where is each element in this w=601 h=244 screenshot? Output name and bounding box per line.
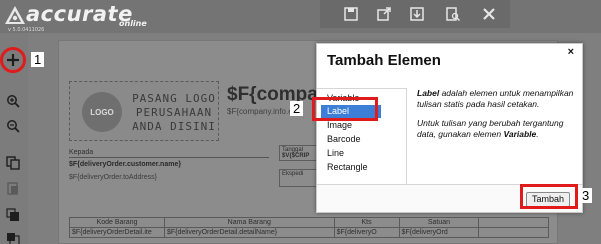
description-paragraph: Label adalah elemen untuk menampilkan tu… — [417, 88, 577, 110]
description-paragraph: Untuk tulisan yang berubah tergantung da… — [417, 118, 577, 140]
list-item-barcode[interactable]: Barcode — [317, 133, 405, 146]
company-email-field[interactable]: $F{company.info.e — [227, 107, 293, 116]
zoom-in-icon — [7, 95, 20, 108]
accurate-logo-icon — [5, 6, 25, 24]
copy-icon — [6, 156, 20, 170]
zoom-in-button[interactable] — [3, 91, 23, 111]
paste-button[interactable] — [3, 178, 23, 198]
date-block[interactable]: Tanggal $V{$CRIP — [279, 145, 319, 161]
table-header: Kode Barang — [69, 217, 165, 228]
copy-button[interactable] — [3, 153, 23, 173]
close-dialog-icon[interactable]: × — [568, 46, 574, 58]
callout-number-3: 3 — [579, 188, 593, 203]
table-row[interactable]: $F{deliveryOrderDetail.ite $F{deliveryOr… — [69, 227, 549, 238]
table-cell[interactable]: $F{deliveryOrd — [398, 227, 480, 238]
table-cell[interactable]: $F{deliveryOrderDetail.detailName} — [163, 227, 335, 238]
table-cell[interactable]: $F{deliveryOrderDetail.ite — [69, 227, 165, 238]
description-text: adalah elemen untuk menampilkan tulisan … — [417, 88, 574, 109]
zoom-out-button[interactable] — [3, 116, 23, 136]
callout-number-2: 2 — [290, 101, 304, 116]
top-toolbar — [320, 0, 510, 28]
dialog-title: Tambah Elemen — [327, 52, 441, 69]
list-item-rectangle[interactable]: Rectangle — [317, 161, 405, 174]
export-icon[interactable] — [375, 5, 393, 23]
element-description: Label adalah elemen untuk menampilkan tu… — [417, 88, 577, 148]
brand-subtitle: online — [119, 19, 147, 28]
description-term: Label — [417, 88, 440, 98]
bring-front-button[interactable] — [3, 205, 23, 225]
send-back-icon — [7, 233, 20, 244]
zoom-out-icon — [7, 120, 20, 133]
download-icon[interactable] — [408, 5, 426, 23]
description-term: Variable — [503, 129, 537, 139]
close-icon[interactable] — [480, 5, 498, 23]
description-text: Untuk tulisan yang berubah tergantung da… — [417, 118, 564, 139]
table-header: Nama Barang — [163, 217, 335, 228]
logo-badge: LOGO — [82, 92, 122, 132]
table-header-row: Kode Barang Nama Barang Kts Satuan — [69, 217, 549, 228]
recipient-block[interactable]: Kepada $F{deliveryOrder.customer.name} $… — [69, 149, 269, 181]
bring-front-icon — [6, 208, 19, 221]
ekspedisi-label: Ekspedi — [282, 171, 304, 177]
callout-number-1: 1 — [31, 52, 45, 67]
paste-icon — [7, 182, 18, 195]
brand-name: accurate — [26, 2, 133, 26]
company-name-field[interactable]: $F{compar — [227, 84, 325, 106]
report-designer: accurate online v 5.0.0411026 1 LOGO PAS… — [0, 0, 601, 244]
table-cell[interactable]: $F{deliveryO — [333, 227, 400, 238]
send-back-button[interactable] — [3, 229, 23, 244]
callout-circle-add — [0, 47, 26, 73]
table-header — [478, 217, 549, 228]
expedition-block[interactable]: Ekspedi — [279, 169, 319, 187]
table-header: Satuan — [398, 217, 480, 228]
callout-box-tambah — [520, 184, 578, 209]
to-address-field[interactable]: $F{deliveryOrder.toAddress} — [69, 174, 269, 181]
table-header: Kts — [333, 217, 400, 228]
save-icon[interactable] — [342, 5, 360, 23]
table-cell[interactable] — [478, 227, 549, 238]
items-table[interactable]: Kode Barang Nama Barang Kts Satuan $F{de… — [69, 217, 549, 238]
logo-placeholder[interactable]: LOGO PASANG LOGO PERUSAHAAN ANDA DISINI — [69, 81, 219, 141]
preview-icon[interactable] — [444, 5, 462, 23]
kepada-label: Kepada — [69, 149, 269, 158]
callout-box-label — [312, 97, 378, 121]
customer-name-field[interactable]: $F{deliveryOrder.customer.name} — [69, 161, 269, 168]
tanggal-value: $V{$CRIP — [282, 153, 310, 159]
top-bar: accurate online v 5.0.0411026 — [0, 0, 601, 33]
list-item-line[interactable]: Line — [317, 147, 405, 160]
description-text: . — [536, 129, 539, 139]
logo-placeholder-text: PASANG LOGO PERUSAHAAN ANDA DISINI — [132, 92, 216, 133]
